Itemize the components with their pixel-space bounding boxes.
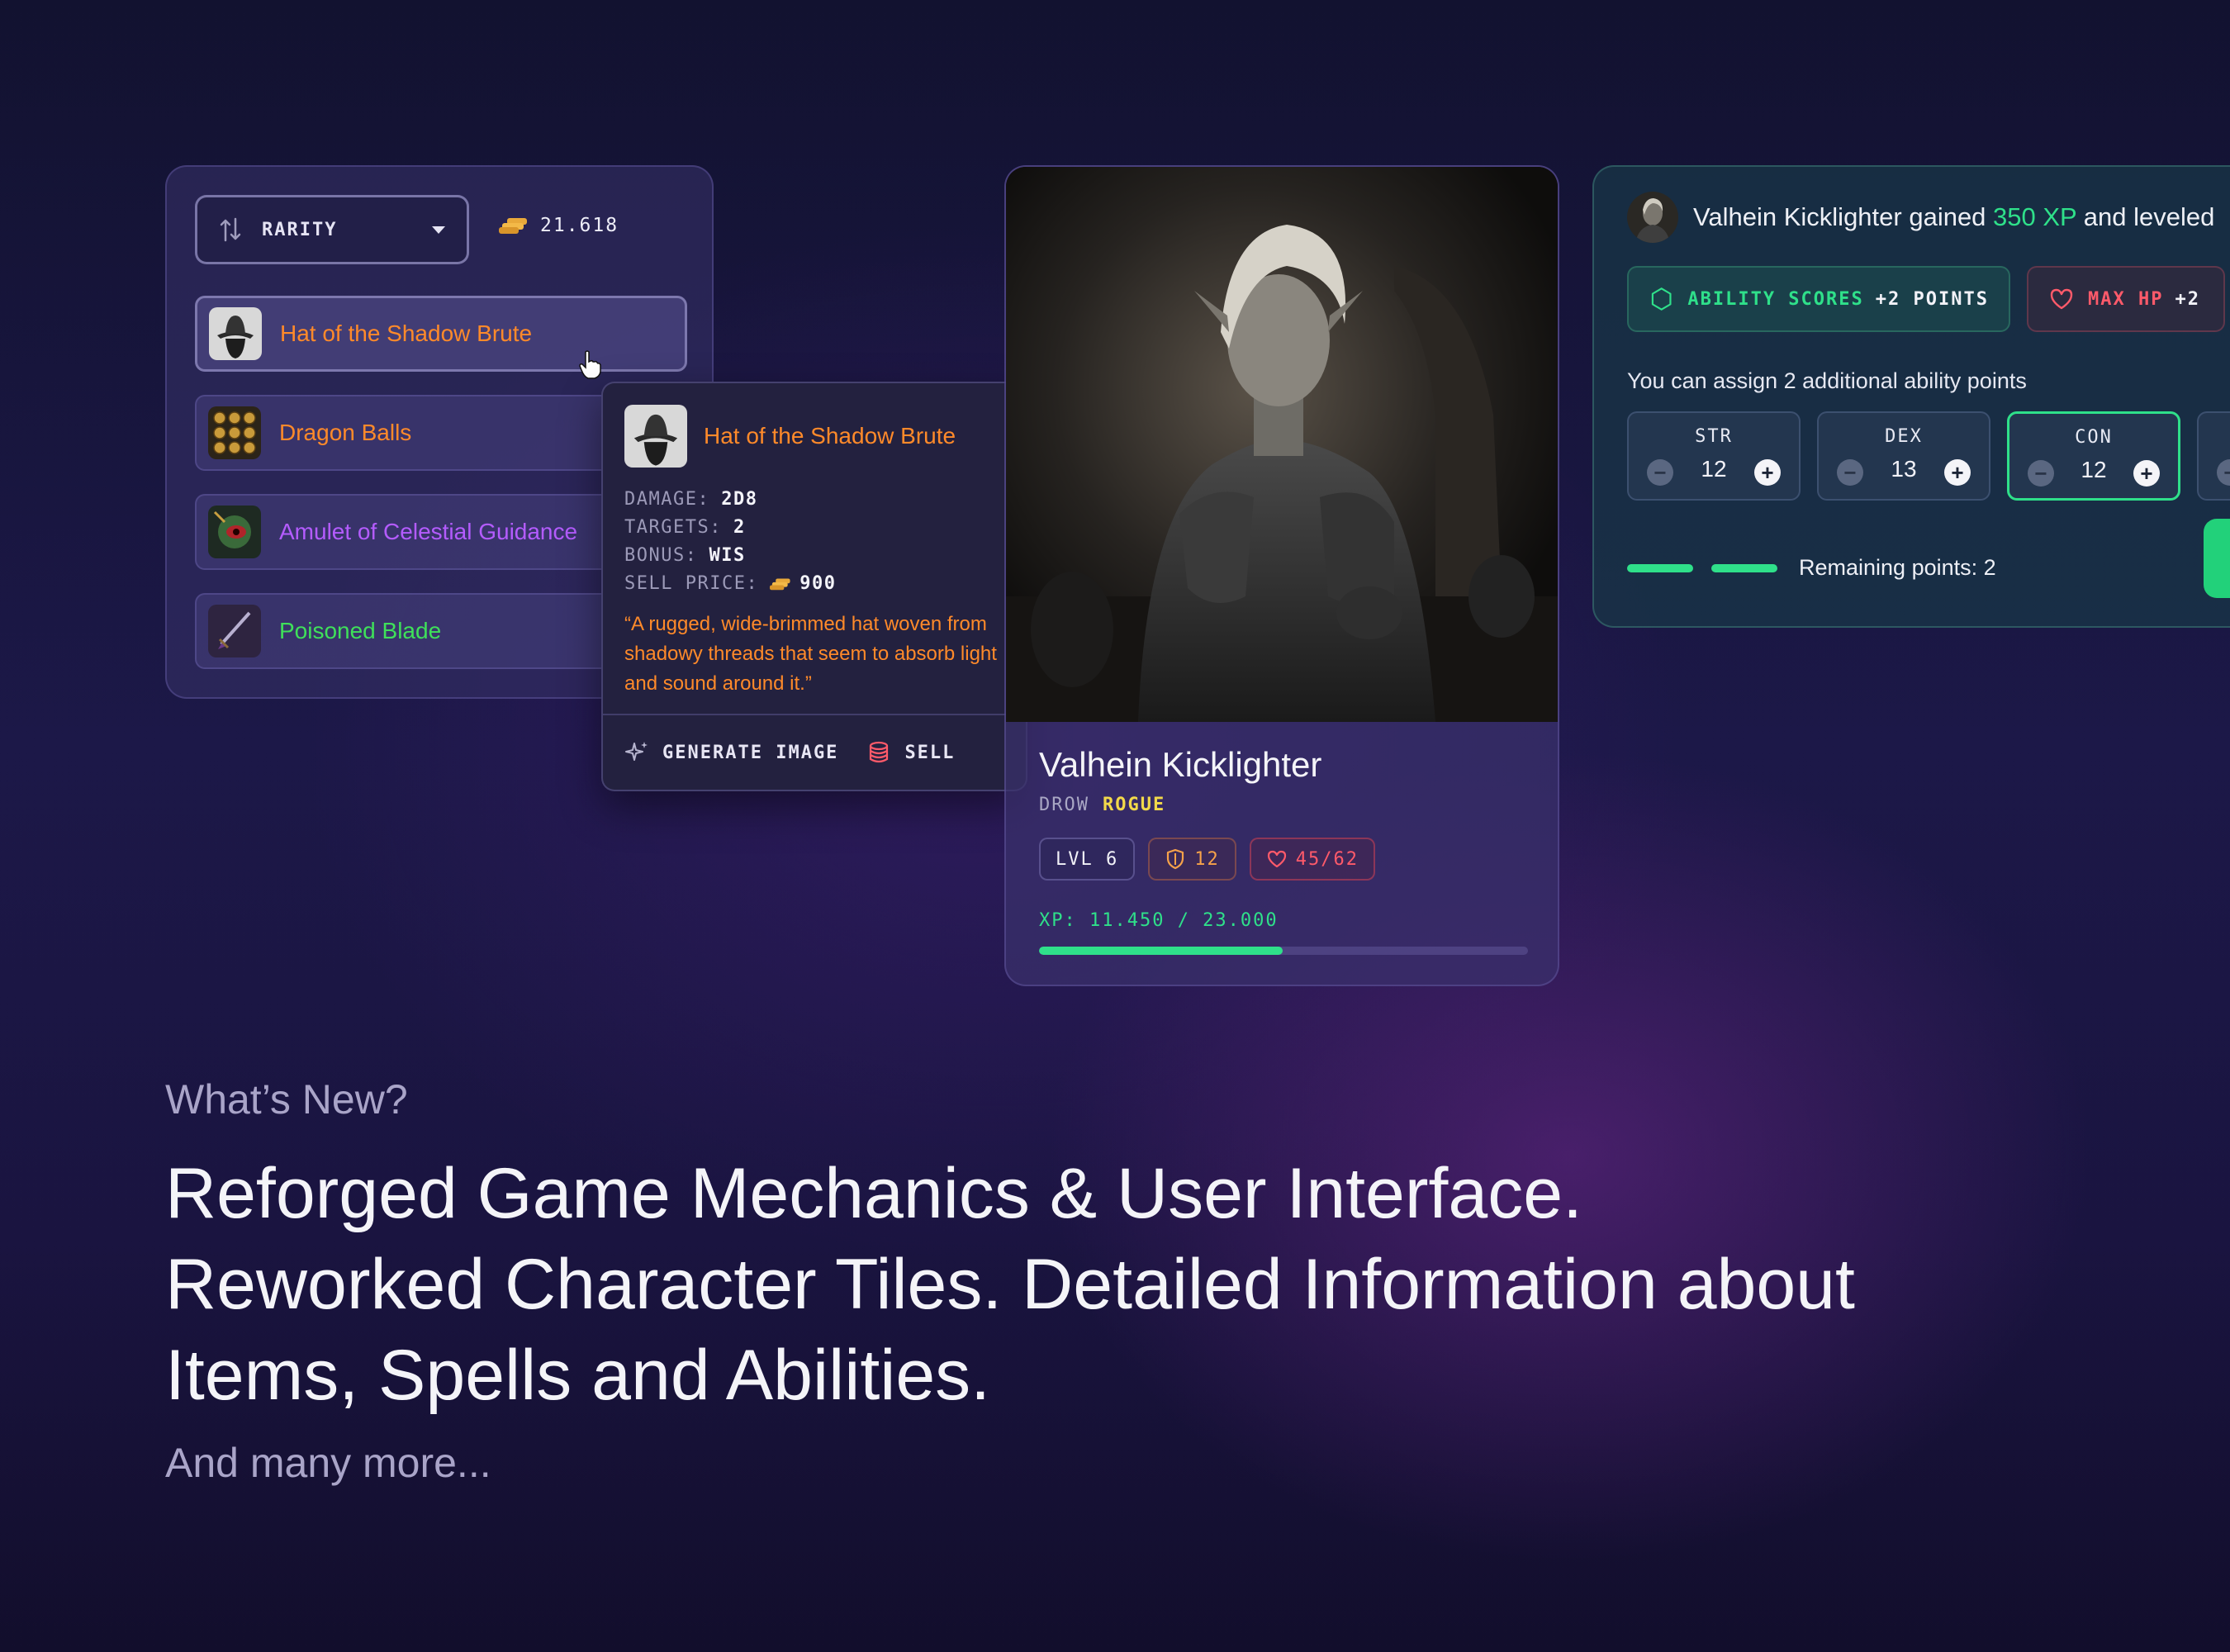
level-badge: LVL 6 bbox=[1039, 838, 1136, 881]
remaining-points-progress: Remaining points: 2 bbox=[1627, 555, 1996, 581]
headline: Reforged Game Mechanics & User Interface… bbox=[165, 1148, 2147, 1421]
headline-line: Reforged Game Mechanics & User Interface… bbox=[165, 1154, 1582, 1233]
sort-icon bbox=[220, 217, 241, 242]
ability-stepper-next: − bbox=[2197, 411, 2230, 501]
sell-label: SELL bbox=[904, 742, 956, 763]
stat-value: WIS bbox=[709, 545, 746, 566]
shield-icon bbox=[1167, 848, 1184, 870]
ability-scores-chip: ABILITY SCORES +2 POINTS bbox=[1627, 266, 2010, 332]
tooltip-actions: GENERATE IMAGE SELL bbox=[603, 714, 1026, 790]
confirm-button[interactable] bbox=[2204, 519, 2230, 598]
max-hp-label: MAX HP bbox=[2088, 288, 2164, 310]
stat-bonus: BONUS: WIS bbox=[624, 542, 836, 570]
point-segment bbox=[1627, 563, 1693, 572]
hexagon-icon bbox=[1651, 287, 1672, 311]
xp-label: XP: 11.450 / 23.000 bbox=[1039, 910, 1279, 931]
stat-key: BONUS: bbox=[624, 545, 698, 566]
hand-cursor-icon bbox=[579, 350, 601, 379]
gold-balance: 21.618 bbox=[499, 215, 619, 236]
stat-value: 2D8 bbox=[721, 489, 758, 510]
point-segment bbox=[1711, 563, 1777, 572]
stat-key: TARGETS: bbox=[624, 517, 722, 538]
decrement-button[interactable]: − bbox=[2217, 459, 2230, 486]
gold-amount: 21.618 bbox=[540, 215, 619, 236]
hat-item-icon bbox=[624, 405, 687, 468]
item-name: Dragon Balls bbox=[279, 420, 412, 445]
sell-button[interactable]: SELL bbox=[866, 740, 955, 765]
headline-line: Reworked Character Tiles. Detailed Infor… bbox=[165, 1245, 1855, 1324]
character-race-class: DROW ROGUE bbox=[1039, 795, 1165, 815]
item-name: Amulet of Celestial Guidance bbox=[279, 519, 578, 544]
tooltip-title: Hat of the Shadow Brute bbox=[704, 423, 956, 449]
sparkle-icon bbox=[625, 742, 648, 761]
rarity-sort-label: RARITY bbox=[262, 219, 338, 240]
max-hp-value: +2 bbox=[2175, 288, 2200, 310]
ability-stepper-str: STR − 12 + bbox=[1627, 411, 1801, 501]
stat-key: SELL PRICE: bbox=[624, 573, 759, 594]
chevron-down-icon bbox=[432, 225, 445, 234]
remaining-points-text: Remaining points: 2 bbox=[1799, 555, 1996, 580]
xp-progress-bar bbox=[1039, 947, 1528, 955]
heart-icon bbox=[2050, 288, 2073, 310]
coin-stack-icon bbox=[870, 741, 889, 763]
amulet-item-icon bbox=[208, 506, 261, 558]
character-badges: LVL 6 12 45/62 bbox=[1039, 838, 1388, 881]
max-hp-chip: MAX HP +2 bbox=[2027, 266, 2225, 332]
stat-sell-price: SELL PRICE: 900 bbox=[624, 570, 836, 598]
level-up-text-suffix: and leveled bbox=[2076, 202, 2215, 231]
increment-button[interactable]: + bbox=[1944, 459, 1971, 486]
blade-item-icon bbox=[208, 605, 261, 657]
ability-stepper-dex: DEX − 13 + bbox=[1817, 411, 1990, 501]
and-more-text: And many more... bbox=[165, 1440, 491, 1486]
ability-stepper-con: CON − 12 + bbox=[2007, 411, 2180, 501]
assign-points-text: You can assign 2 additional ability poin… bbox=[1627, 368, 2027, 393]
ability-name: CON bbox=[2075, 427, 2113, 448]
item-stats: DAMAGE: 2D8 TARGETS: 2 BONUS: WIS SELL PRIC… bbox=[624, 486, 836, 598]
avatar bbox=[1627, 192, 1678, 243]
ability-scores-label: ABILITY SCORES bbox=[1687, 288, 1864, 310]
heart-icon bbox=[1267, 850, 1286, 868]
level-up-xp: 350 XP bbox=[1993, 202, 2077, 231]
stat-value: 2 bbox=[733, 517, 746, 538]
stat-value: 900 bbox=[799, 573, 837, 594]
headline-line: Items, Spells and Abilities. bbox=[165, 1336, 991, 1415]
item-name: Poisoned Blade bbox=[279, 618, 442, 643]
character-card[interactable]: Valhein Kicklighter DROW ROGUE LVL 6 12 … bbox=[1004, 165, 1559, 986]
item-tooltip: Hat of the Shadow Brute DAMAGE: 2D8 TARGE… bbox=[601, 382, 1027, 791]
level-up-panel: Valhein Kicklighter gained 350 XP and le… bbox=[1592, 165, 2230, 628]
ability-scores-value: +2 POINTS bbox=[1875, 288, 1989, 310]
level-up-message: Valhein Kicklighter gained 350 XP and le… bbox=[1627, 192, 2214, 243]
level-value: LVL 6 bbox=[1056, 848, 1119, 870]
armor-value: 12 bbox=[1194, 848, 1220, 870]
hp-badge: 45/62 bbox=[1249, 838, 1375, 881]
section-eyebrow: What’s New? bbox=[165, 1076, 408, 1123]
level-up-text-prefix: Valhein Kicklighter gained bbox=[1693, 202, 1994, 231]
dragon-balls-item-icon bbox=[208, 406, 261, 459]
stat-key: DAMAGE: bbox=[624, 489, 710, 510]
character-portrait bbox=[1006, 167, 1558, 722]
generate-image-button[interactable]: GENERATE IMAGE bbox=[624, 740, 838, 765]
character-name: Valhein Kicklighter bbox=[1039, 745, 1322, 784]
item-description: “A rugged, wide-brimmed hat woven from s… bbox=[624, 613, 997, 695]
rarity-sort-dropdown[interactable]: RARITY bbox=[195, 195, 469, 264]
inventory-item[interactable]: Hat of the Shadow Brute bbox=[195, 296, 687, 372]
character-race: DROW bbox=[1039, 795, 1089, 815]
level-up-text: Valhein Kicklighter gained 350 XP and le… bbox=[1693, 202, 2214, 232]
hat-item-icon bbox=[209, 307, 262, 360]
armor-badge: 12 bbox=[1148, 838, 1236, 881]
character-class: ROGUE bbox=[1102, 795, 1166, 815]
hp-value: 45/62 bbox=[1295, 848, 1359, 870]
ability-name: STR bbox=[1695, 426, 1733, 447]
increment-button[interactable]: + bbox=[2133, 460, 2160, 487]
generate-image-label: GENERATE IMAGE bbox=[662, 742, 839, 763]
stat-damage: DAMAGE: 2D8 bbox=[624, 486, 836, 514]
gold-coins-icon bbox=[499, 218, 527, 234]
increment-button[interactable]: + bbox=[1754, 459, 1781, 486]
gold-coins-icon bbox=[770, 578, 790, 591]
ability-name: DEX bbox=[1885, 426, 1923, 447]
xp-progress-fill bbox=[1039, 947, 1283, 955]
stat-targets: TARGETS: 2 bbox=[624, 514, 836, 542]
item-name: Hat of the Shadow Brute bbox=[280, 320, 533, 346]
